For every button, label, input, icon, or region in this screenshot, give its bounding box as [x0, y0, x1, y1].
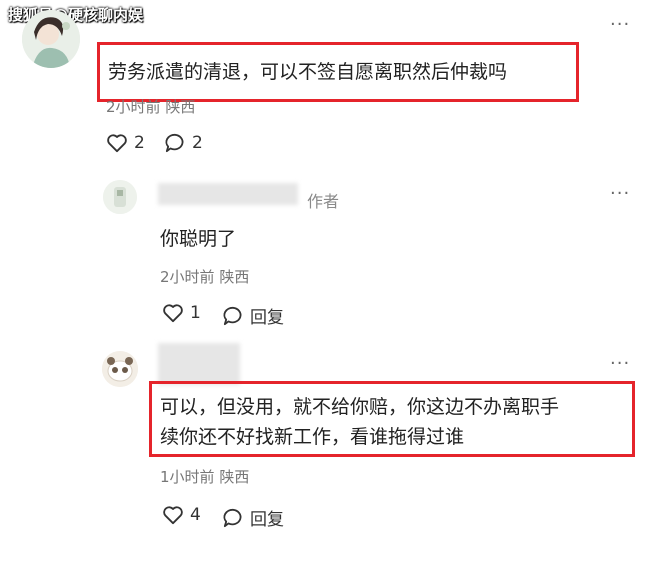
reply-time: 1小时前: [160, 468, 215, 486]
comment-meta: 2小时前 陕西: [106, 96, 195, 117]
comment-bubble-icon: [222, 508, 244, 528]
comment-text: 劳务派遣的清退，可以不签自愿离职然后仲裁吗: [108, 61, 508, 83]
reply-button[interactable]: 回复: [222, 303, 284, 328]
reply-avatar[interactable]: [103, 180, 137, 214]
reply-avatar[interactable]: [102, 351, 138, 387]
reply-label: 回复: [250, 510, 284, 530]
more-options-icon[interactable]: ···: [610, 353, 630, 374]
reply-button[interactable]: 2: [164, 133, 203, 153]
comment-bubble-icon: [222, 306, 244, 326]
reply-count: 2: [192, 133, 203, 153]
reply-meta: 1小时前 陕西: [160, 466, 249, 487]
reply-meta: 2小时前 陕西: [160, 266, 249, 287]
like-count: 4: [190, 505, 201, 525]
more-options-icon[interactable]: ···: [610, 14, 630, 35]
reply-location: 陕西: [219, 468, 250, 486]
avatar[interactable]: [22, 10, 80, 68]
like-count: 1: [190, 303, 201, 323]
like-count: 2: [134, 133, 145, 153]
like-button[interactable]: 1: [162, 303, 201, 323]
comment-bubble-icon: [164, 133, 186, 153]
blurred-username: [158, 343, 240, 385]
comment-time: 2小时前: [106, 98, 161, 116]
like-button[interactable]: 2: [106, 133, 145, 153]
reply-time: 2小时前: [160, 268, 215, 286]
heart-icon: [106, 133, 128, 153]
reply-label: 回复: [250, 308, 284, 328]
blurred-username: [158, 183, 298, 205]
reply-text-line-2: 续你还不好找新工作，看谁拖得过谁: [160, 426, 465, 448]
comment-location: 陕西: [165, 98, 196, 116]
like-button[interactable]: 4: [162, 505, 201, 525]
heart-icon: [162, 505, 184, 525]
author-tag: 作者: [307, 192, 340, 211]
reply-button[interactable]: 回复: [222, 505, 284, 530]
more-options-icon[interactable]: ···: [610, 183, 630, 204]
heart-icon: [162, 303, 184, 323]
reply-text-line-1: 可以，但没用，就不给你赔，你这边不办离职手: [160, 396, 560, 418]
reply-location: 陕西: [219, 268, 250, 286]
reply-text: 你聪明了: [160, 228, 237, 250]
